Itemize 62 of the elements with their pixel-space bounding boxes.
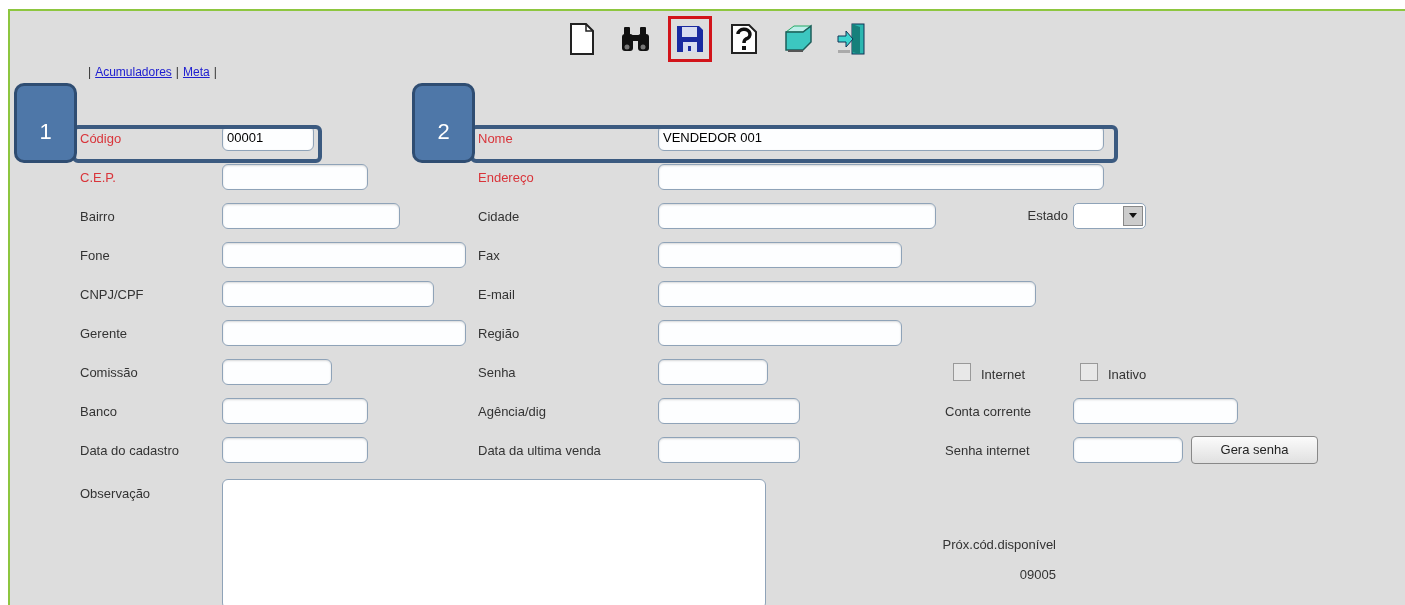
field-label: Comissão [80, 364, 138, 380]
blank-page-icon [568, 22, 595, 56]
field-label: Cidade [478, 208, 520, 224]
text-input[interactable] [222, 280, 434, 307]
save-icon [674, 24, 705, 54]
text-input[interactable] [658, 319, 902, 346]
field-label: E-mail [478, 286, 515, 302]
field-label: Observação [80, 486, 151, 501]
field-label: Código [80, 130, 122, 146]
text-input[interactable] [222, 358, 332, 385]
text-input[interactable] [658, 280, 1036, 307]
link-separator: | [213, 64, 217, 81]
text-input[interactable] [658, 202, 936, 229]
text-input[interactable] [222, 397, 368, 424]
text-input[interactable] [658, 436, 800, 463]
text-input[interactable] [658, 163, 1104, 190]
tab-link[interactable]: Acumuladores [95, 63, 172, 81]
field-label: Agência/dig [478, 403, 546, 419]
dropdown-arrow-icon [1129, 213, 1137, 218]
callout-number: 2 [412, 82, 475, 163]
save-toolbar-button[interactable] [667, 16, 712, 62]
field-label: Gerente [80, 325, 127, 341]
text-input[interactable] [658, 358, 768, 385]
help-icon [729, 23, 758, 55]
next-code-label: Próx.cód.disponível [942, 536, 1056, 554]
field-label: Banco [80, 403, 117, 419]
field-label: Conta corrente [945, 403, 1031, 419]
field-label: CNPJ/CPF [80, 286, 144, 302]
next-code-value: 09005 [1019, 565, 1056, 584]
tab-link[interactable]: Meta [182, 63, 210, 81]
field-label: Região [478, 325, 520, 341]
text-input[interactable] [222, 436, 368, 463]
checkbox[interactable] [1080, 362, 1098, 381]
field-label: C.E.P. [80, 169, 116, 185]
field-label: Data do cadastro [80, 442, 179, 458]
state-dropdown[interactable] [1073, 202, 1146, 229]
text-input[interactable] [222, 163, 368, 190]
field-label: Nome [478, 130, 513, 146]
field-label: Endereço [478, 169, 534, 185]
text-input[interactable] [658, 397, 800, 424]
checkbox-label: Internet [981, 365, 1026, 384]
link-separator: | [175, 64, 179, 81]
text-input[interactable] [222, 202, 400, 229]
field-label: Senha internet [945, 442, 1030, 458]
binoculars-icon [620, 25, 651, 53]
text-input[interactable] [658, 241, 902, 268]
field-label: Fone [80, 247, 110, 263]
field-label: Fax [478, 247, 500, 263]
text-input[interactable] [1073, 397, 1238, 424]
field-label: Senha [478, 364, 516, 380]
link-separator: | [88, 64, 92, 81]
generate-password-button[interactable]: Gera senha [1191, 435, 1318, 464]
field-label: Bairro [80, 208, 115, 224]
field-label: Estado [1027, 206, 1068, 225]
field-label: Data da ultima venda [478, 442, 601, 458]
text-input[interactable] [222, 319, 466, 346]
text-input[interactable] [1073, 436, 1183, 463]
checkbox-label: Inativo [1108, 365, 1147, 384]
callout-number: 1 [14, 82, 77, 163]
text-input[interactable] [222, 241, 466, 268]
exit-door-icon [835, 22, 868, 56]
checkbox[interactable] [953, 362, 971, 381]
